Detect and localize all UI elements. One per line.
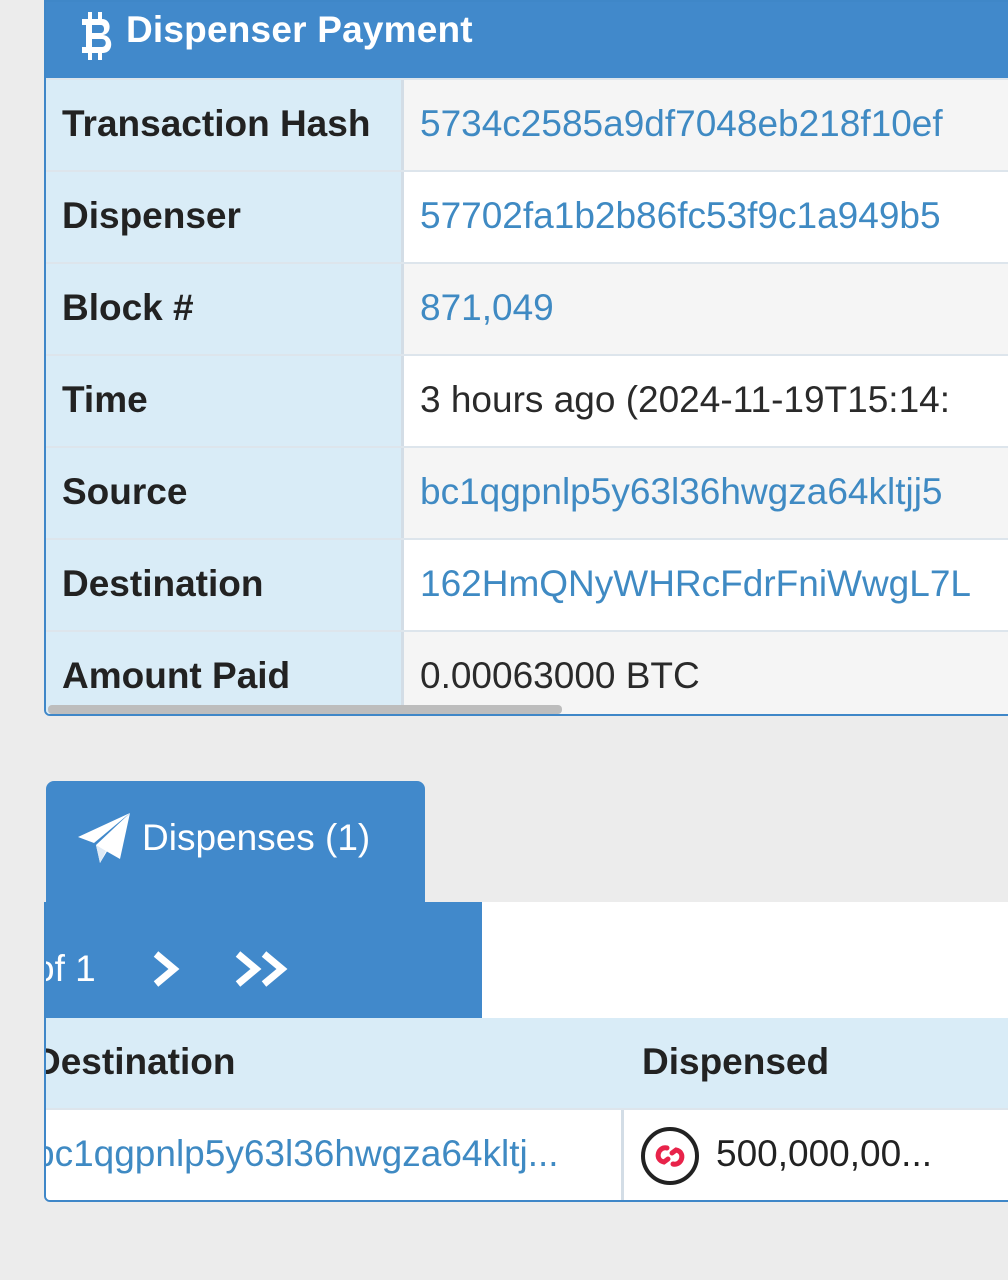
row-amount-paid: Amount Paid 0.00063000 BTC (46, 630, 1008, 714)
pagination: of 1 (46, 902, 482, 1018)
row-label: Amount Paid (46, 632, 404, 714)
bitcoin-icon (82, 12, 112, 60)
dispense-destination-link[interactable]: bc1qgpnlp5y63l36hwgza64kltj... (46, 1110, 559, 1198)
time-value: 3 hours ago (2024-11-19T15:14: (420, 379, 951, 420)
tab-dispenses[interactable]: Dispenses (1) (46, 781, 425, 905)
dispensed-amount: 500,000,00... (716, 1133, 933, 1174)
dispense-destination-cell: bc1qgpnlp5y63l36hwgza64kltj... (46, 1110, 624, 1200)
dispenses-panel: of 1 Destination Dispensed bc1qgpnlp5y63… (44, 902, 1008, 1202)
panel-header: Dispenser Payment (46, 2, 1008, 78)
double-chevron-right-icon[interactable] (230, 946, 296, 992)
horizontal-scrollbar[interactable] (48, 705, 562, 714)
row-label: Dispenser (46, 172, 404, 262)
column-destination[interactable]: Destination (46, 1018, 235, 1106)
dispenser-payment-panel: Dispenser Payment Transaction Hash 5734c… (44, 0, 1008, 716)
asset-logo-icon[interactable] (640, 1126, 700, 1186)
tab-dispenses-label: Dispenses (1) (142, 817, 371, 858)
panel-title: Dispenser Payment (126, 9, 473, 50)
row-destination: Destination 162HmQNyWHRcFdrFniWwgL7L (46, 538, 1008, 630)
dispenser-link[interactable]: 57702fa1b2b86fc53f9c1a949b5 (420, 172, 941, 262)
page-indicator: of 1 (46, 948, 96, 989)
amount-paid-value: 0.00063000 BTC (420, 655, 700, 696)
row-source: Source bc1qgpnlp5y63l36hwgza64kltjj5 (46, 446, 1008, 538)
row-time: Time 3 hours ago (2024-11-19T15:14: (46, 354, 1008, 446)
chevron-right-icon[interactable] (146, 946, 186, 992)
row-label: Transaction Hash (46, 80, 404, 170)
column-dispensed[interactable]: Dispensed (642, 1018, 829, 1106)
row-block: Block # 871,049 (46, 262, 1008, 354)
destination-address-link[interactable]: 162HmQNyWHRcFdrFniWwgL7L (420, 540, 971, 630)
row-label: Time (46, 356, 404, 446)
row-label: Block # (46, 264, 404, 354)
source-address-link[interactable]: bc1qgpnlp5y63l36hwgza64kltjj5 (420, 448, 943, 538)
row-label: Source (46, 448, 404, 538)
row-label: Destination (46, 540, 404, 630)
block-link[interactable]: 871,049 (420, 264, 554, 354)
row-dispenser: Dispenser 57702fa1b2b86fc53f9c1a949b5 (46, 170, 1008, 262)
table-row: bc1qgpnlp5y63l36hwgza64kltj... 500,000,0… (46, 1108, 1008, 1200)
paper-plane-icon (78, 813, 130, 863)
table-header: Destination Dispensed (46, 1018, 1008, 1108)
transaction-hash-link[interactable]: 5734c2585a9df7048eb218f10ef (420, 80, 943, 170)
row-transaction-hash: Transaction Hash 5734c2585a9df7048eb218f… (46, 78, 1008, 170)
